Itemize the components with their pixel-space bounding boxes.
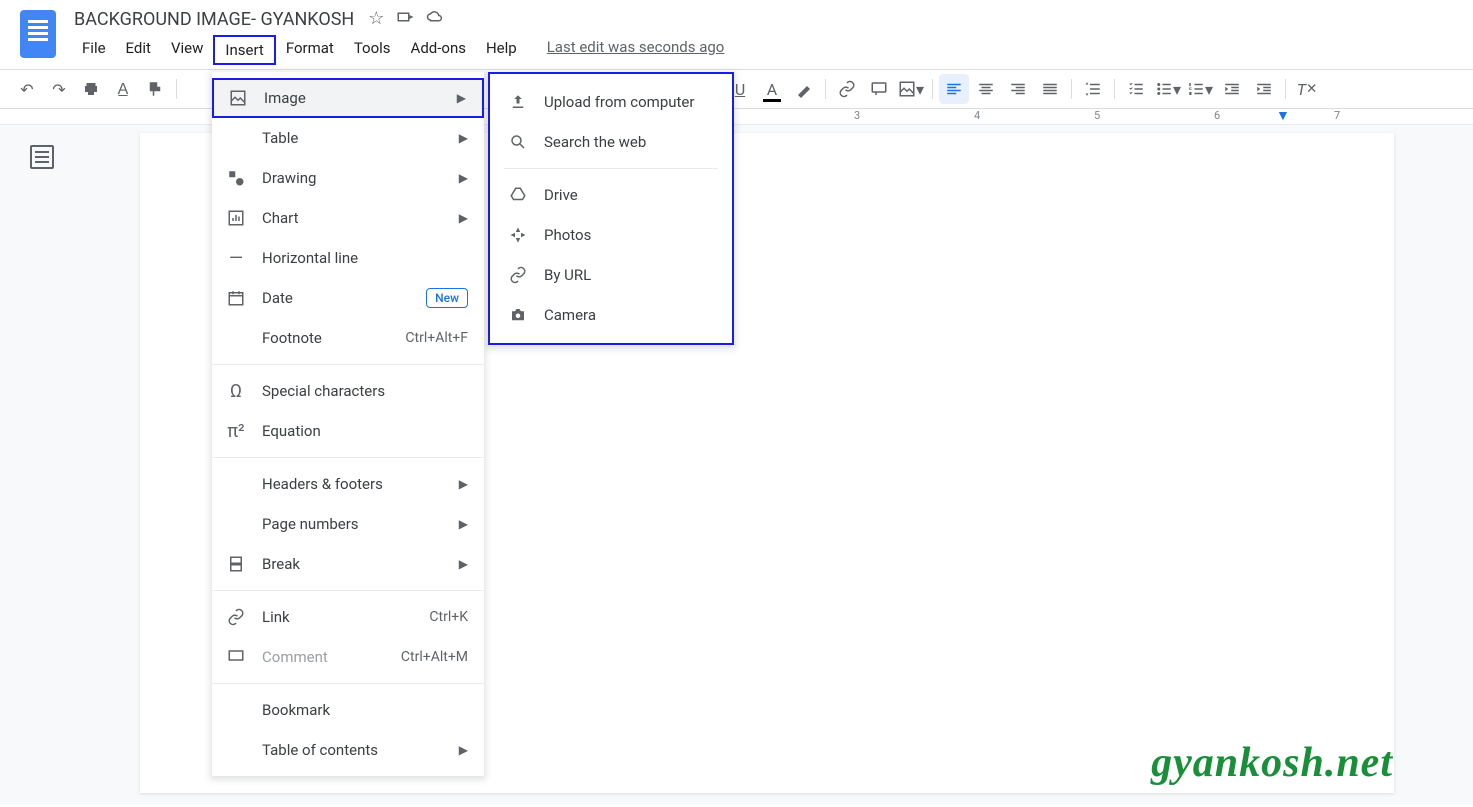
outline-icon[interactable] xyxy=(30,145,54,169)
insert-break[interactable]: Break▶ xyxy=(212,544,484,584)
link-icon xyxy=(508,265,528,285)
highlight-button[interactable] xyxy=(789,74,819,104)
insert-chart[interactable]: Chart▶ xyxy=(212,198,484,238)
menu-tools[interactable]: Tools xyxy=(344,35,401,65)
comment-button[interactable] xyxy=(864,74,894,104)
menu-view[interactable]: View xyxy=(161,35,213,65)
menu-format[interactable]: Format xyxy=(276,35,344,65)
indent-decrease-button[interactable] xyxy=(1217,74,1247,104)
horizontal-line-icon: — xyxy=(226,248,246,268)
insert-toc[interactable]: Table of contents▶ xyxy=(212,730,484,770)
upload-icon xyxy=(508,92,528,112)
search-icon xyxy=(508,132,528,152)
text-color-button[interactable]: A xyxy=(757,74,787,104)
link-icon xyxy=(226,607,246,627)
redo-button[interactable]: ↷ xyxy=(44,74,74,104)
bullet-list-button[interactable]: ▾ xyxy=(1153,74,1183,104)
print-button[interactable] xyxy=(76,74,106,104)
drawing-icon xyxy=(226,168,246,188)
image-button[interactable]: ▾ xyxy=(896,74,926,104)
image-photos[interactable]: Photos xyxy=(490,215,732,255)
image-by-url[interactable]: By URL xyxy=(490,255,732,295)
checklist-button[interactable] xyxy=(1121,74,1151,104)
menu-help[interactable]: Help xyxy=(476,35,527,65)
photos-icon xyxy=(508,225,528,245)
insert-bookmark[interactable]: Bookmark xyxy=(212,690,484,730)
line-spacing-button[interactable] xyxy=(1078,74,1108,104)
camera-icon xyxy=(508,305,528,325)
menu-edit[interactable]: Edit xyxy=(116,35,161,65)
insert-comment: Comment Ctrl+Alt+M xyxy=(212,637,484,677)
image-drive[interactable]: Drive xyxy=(490,175,732,215)
insert-date[interactable]: Date New xyxy=(212,278,484,318)
insert-table[interactable]: Table▶ xyxy=(212,118,484,158)
last-edit[interactable]: Last edit was seconds ago xyxy=(547,35,725,65)
image-search-web[interactable]: Search the web xyxy=(490,122,732,162)
clear-format-button[interactable]: T✕ xyxy=(1292,74,1322,104)
align-center-button[interactable] xyxy=(971,74,1001,104)
insert-special-chars[interactable]: Ω Special characters xyxy=(212,371,484,411)
drive-icon xyxy=(508,185,528,205)
docs-logo[interactable] xyxy=(20,10,56,58)
insert-dropdown: Image▶ Table▶ Drawing▶ Chart▶ — Horizont… xyxy=(212,72,484,776)
align-right-button[interactable] xyxy=(1003,74,1033,104)
image-camera[interactable]: Camera xyxy=(490,295,732,335)
align-justify-button[interactable] xyxy=(1035,74,1065,104)
undo-button[interactable]: ↶ xyxy=(12,74,42,104)
insert-drawing[interactable]: Drawing▶ xyxy=(212,158,484,198)
image-icon xyxy=(228,88,248,108)
menu-addons[interactable]: Add-ons xyxy=(401,35,476,65)
insert-headers-footers[interactable]: Headers & footers▶ xyxy=(212,464,484,504)
break-icon xyxy=(226,554,246,574)
insert-page-numbers[interactable]: Page numbers▶ xyxy=(212,504,484,544)
align-left-button[interactable] xyxy=(939,74,969,104)
indent-increase-button[interactable] xyxy=(1249,74,1279,104)
chart-icon xyxy=(226,208,246,228)
image-upload[interactable]: Upload from computer xyxy=(490,82,732,122)
move-icon[interactable] xyxy=(396,8,414,31)
spellcheck-button[interactable]: A̲ xyxy=(108,74,138,104)
doc-title[interactable]: BACKGROUND IMAGE- GYANKOSH xyxy=(74,9,354,30)
new-badge: New xyxy=(426,288,468,308)
link-button[interactable] xyxy=(832,74,862,104)
menu-file[interactable]: File xyxy=(72,35,116,65)
calendar-icon xyxy=(226,288,246,308)
pi-icon: π² xyxy=(226,421,246,441)
insert-image[interactable]: Image▶ xyxy=(212,78,484,118)
insert-horizontal-line[interactable]: — Horizontal line xyxy=(212,238,484,278)
image-submenu: Upload from computer Search the web Driv… xyxy=(488,72,734,345)
chevron-right-icon: ▶ xyxy=(457,91,466,105)
insert-link[interactable]: Link Ctrl+K xyxy=(212,597,484,637)
table-icon xyxy=(226,128,246,148)
watermark: gyankosh.net xyxy=(1151,739,1393,787)
menu-insert[interactable]: Insert xyxy=(213,35,275,65)
cloud-icon[interactable] xyxy=(426,8,444,31)
paint-format-button[interactable] xyxy=(140,74,170,104)
insert-footnote[interactable]: Footnote Ctrl+Alt+F xyxy=(212,318,484,358)
star-icon[interactable]: ☆ xyxy=(368,8,384,31)
numbered-list-button[interactable]: ▾ xyxy=(1185,74,1215,104)
comment-icon xyxy=(226,647,246,667)
insert-equation[interactable]: π² Equation xyxy=(212,411,484,451)
omega-icon: Ω xyxy=(226,381,246,401)
margin-marker-icon[interactable]: ▼ xyxy=(1276,107,1290,124)
